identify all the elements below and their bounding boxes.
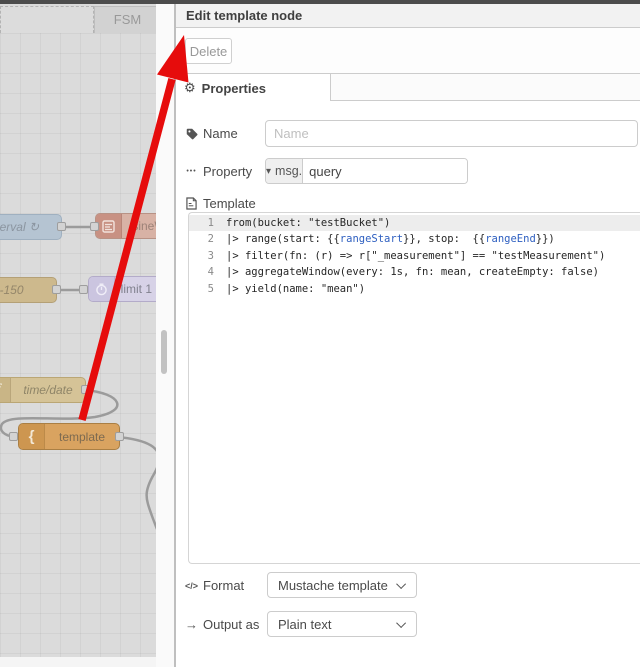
template-editor-lines: 1 from(bucket: "testBucket") 2 |> range(sta… — [189, 213, 640, 297]
node-interval[interactable]: interval ↻ — [0, 214, 62, 240]
scrollbar-thumb[interactable] — [161, 330, 167, 374]
name-input[interactable] — [265, 120, 638, 147]
node-time-date[interactable]: f time/date — [0, 377, 86, 403]
name-label: Name — [185, 126, 238, 141]
tray-title: Edit template node — [176, 4, 640, 28]
timer-icon — [89, 277, 115, 301]
tag-icon — [185, 128, 198, 140]
code-line: 1 from(bucket: "testBucket") — [189, 215, 640, 232]
code-brackets-icon: </> — [185, 580, 199, 591]
property-label: ••• Property — [186, 164, 253, 179]
format-value: Mustache template — [278, 577, 388, 593]
flow-grid[interactable]: interval ↻ sineW s-150 limit 1 ms — [0, 33, 156, 657]
edit-tray: Edit template node Delete ⚙ Properties N… — [174, 4, 640, 667]
code-line: 3 |> filter(fn: (r) => r["_measurement"] … — [207, 249, 606, 262]
property-group: ▾ msg. — [265, 158, 468, 184]
flow-tab-fsm[interactable]: FSM — [94, 6, 161, 33]
tray-tabs: ⚙ Properties — [176, 73, 640, 102]
output-label: → Output as — [185, 617, 260, 632]
canvas-horizontal-scrollbar[interactable] — [0, 657, 156, 667]
tray-toolbar: Delete — [176, 28, 640, 73]
format-select[interactable]: Mustache template — [267, 572, 417, 598]
output-value: Plain text — [278, 616, 332, 632]
node-red-window: FSM interval ↻ sineW s-150 — [0, 0, 640, 667]
port-interval-out[interactable] — [57, 222, 66, 231]
tab-properties-label: Properties — [201, 80, 266, 96]
code-line: 5 |> yield(name: "mean") — [207, 282, 366, 295]
port-limit-in[interactable] — [79, 285, 88, 294]
code-line: 4 |> aggregateWindow(every: 1s, fn: mean,… — [207, 266, 599, 279]
template-editor[interactable]: 1 from(bucket: "testBucket") 2 |> range(sta… — [188, 212, 640, 564]
delete-button[interactable]: Delete — [185, 38, 232, 64]
brace-icon: { — [19, 424, 45, 449]
canvas-vertical-scrollbar[interactable] — [156, 4, 174, 667]
node-template[interactable]: { template — [18, 423, 120, 450]
port-timedate-out[interactable] — [81, 385, 90, 394]
flow-tab-placeholder[interactable] — [0, 6, 94, 33]
code-line: 2 |> range(start: {{rangeStart}}, stop: {… — [207, 233, 555, 246]
template-label: Template — [185, 196, 256, 211]
header-bar-edge — [0, 0, 640, 4]
node-sinewave[interactable]: sineW — [95, 213, 156, 239]
format-label: </> Format — [185, 578, 245, 593]
tray-body: Name ••• Property ▾ msg. Template — [176, 101, 640, 667]
sinewave-icon — [96, 214, 122, 238]
port-sinewave-in[interactable] — [90, 222, 99, 231]
node-limit[interactable]: limit 1 ms — [88, 276, 156, 302]
file-code-icon — [185, 197, 198, 210]
function-icon: f — [0, 378, 11, 402]
property-input[interactable] — [303, 159, 467, 183]
flow-tabbar: FSM — [0, 4, 161, 33]
gear-icon: ⚙ — [184, 80, 196, 95]
tab-properties[interactable]: ⚙ Properties — [176, 74, 331, 102]
flow-canvas[interactable]: FSM interval ↻ sineW s-150 — [0, 0, 161, 667]
msg-prefix: msg. — [275, 164, 303, 178]
ellipsis-icon: ••• — [186, 168, 197, 175]
msg-type-dropdown[interactable]: ▾ msg. — [266, 159, 304, 183]
port-template-out[interactable] — [115, 432, 124, 441]
arrow-right-icon: → — [185, 617, 198, 632]
flow-wires — [0, 225, 156, 530]
output-select[interactable]: Plain text — [267, 611, 417, 637]
port-template-in[interactable] — [9, 432, 18, 441]
caret-down-icon: ▾ — [266, 165, 272, 177]
node-s-150[interactable]: s-150 — [0, 277, 57, 303]
port-s150-out[interactable] — [52, 285, 61, 294]
